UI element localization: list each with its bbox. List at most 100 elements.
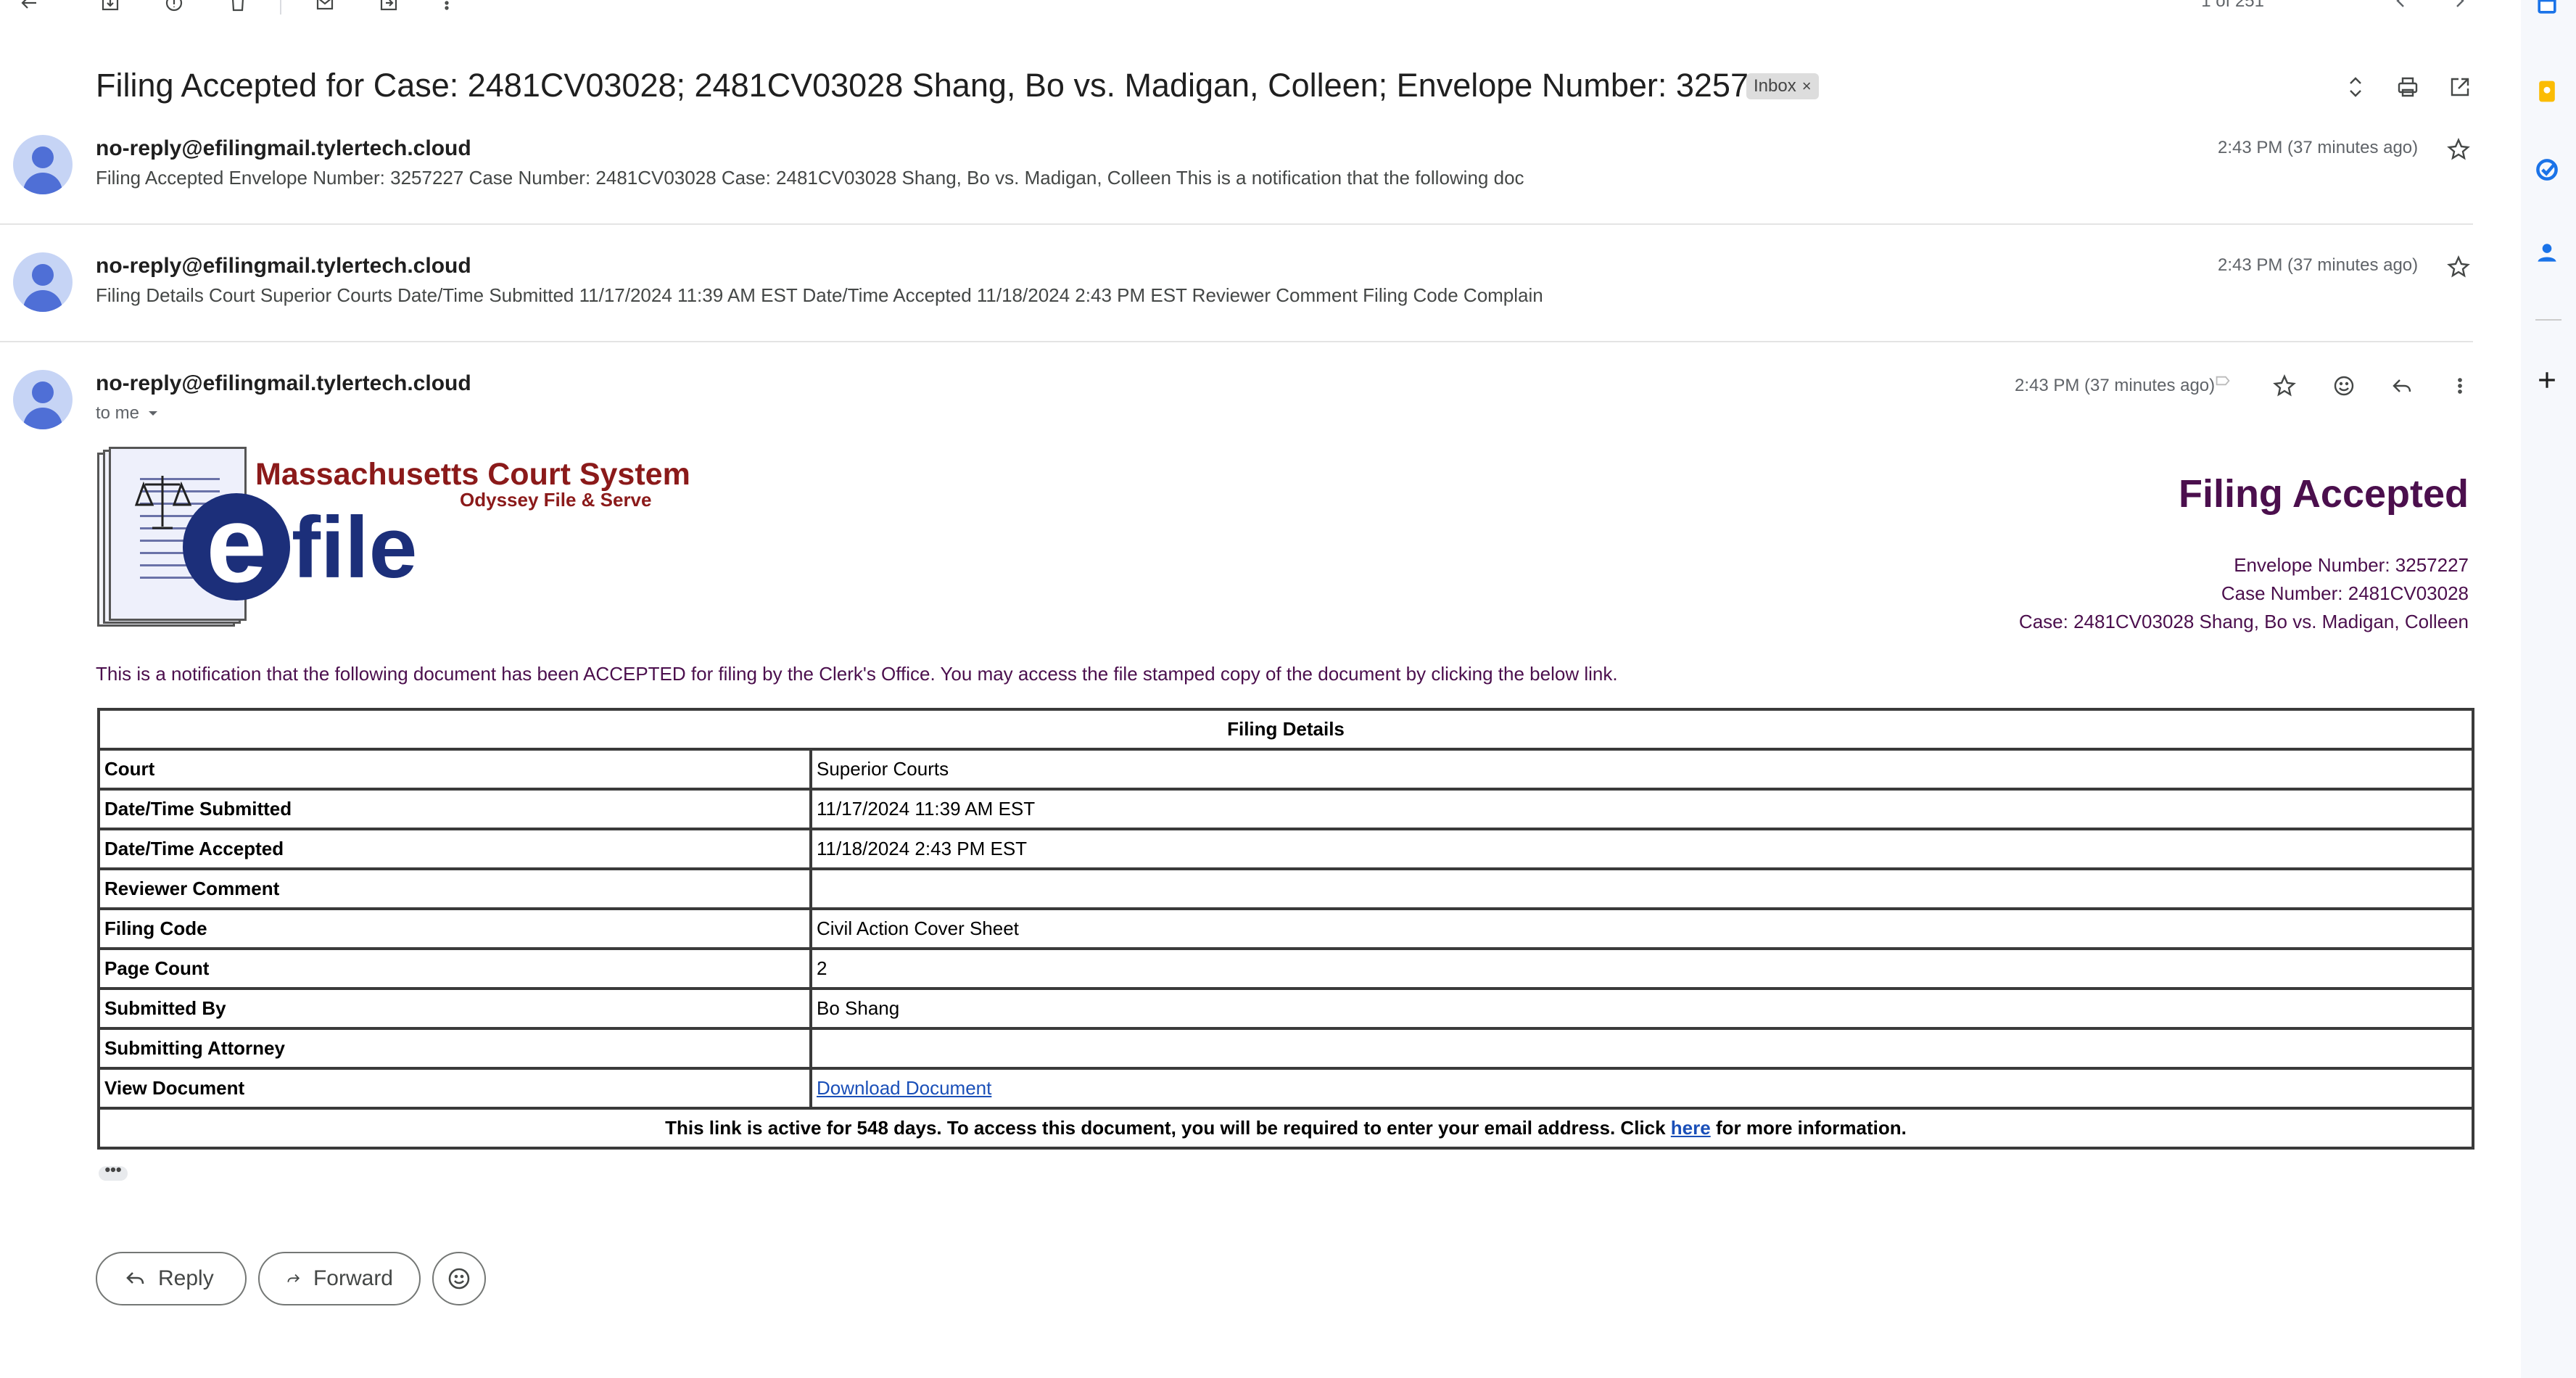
- add-addon-icon[interactable]: [2532, 366, 2561, 395]
- calendar-icon[interactable]: [2532, 0, 2561, 19]
- row-label: Reviewer Comment: [97, 867, 812, 910]
- link-info-after: for more information.: [1710, 1117, 1907, 1139]
- forward-button[interactable]: Forward: [258, 1252, 421, 1305]
- logo-e-mark: e: [183, 490, 290, 601]
- table-row: Court Superior Courts: [97, 748, 2474, 791]
- toolbar-separator: [280, 0, 281, 15]
- table-footer-row: This link is active for 548 days. To acc…: [97, 1107, 2474, 1150]
- avatar: [13, 252, 73, 312]
- row-label: Page Count: [97, 947, 812, 990]
- case-number: Case Number: 2481CV03028: [2221, 582, 2469, 604]
- mark-unread-icon[interactable]: [312, 0, 338, 16]
- table-row: Submitted By Bo Shang: [97, 987, 2474, 1030]
- star-icon[interactable]: [2443, 133, 2474, 165]
- row-label: Submitted By: [97, 987, 812, 1030]
- message-time: 2:43 PM (37 minutes ago): [2218, 138, 2419, 157]
- move-to-icon[interactable]: [376, 0, 402, 16]
- message-collapsed-1[interactable]: no-reply@efilingmail.tylertech.cloud Fil…: [0, 135, 2480, 222]
- row-value: Superior Courts: [809, 748, 2474, 791]
- link-info-before: This link is active for 548 days. To acc…: [665, 1117, 1671, 1139]
- table-title: Filing Details: [97, 708, 2474, 751]
- table-row: Reviewer Comment: [97, 867, 2474, 910]
- inbox-label-chip[interactable]: Inbox ×: [1746, 73, 1819, 99]
- envelope-number: Envelope Number: 3257227: [2234, 554, 2469, 576]
- message-time: 2:43 PM (37 minutes ago): [2218, 255, 2419, 275]
- reply-button[interactable]: Reply: [96, 1252, 247, 1305]
- chevron-down-icon[interactable]: [146, 407, 160, 420]
- forward-icon: [287, 1274, 300, 1282]
- table-row: Submitting Attorney: [97, 1027, 2474, 1070]
- archive-icon[interactable]: [97, 0, 123, 16]
- remove-label-icon[interactable]: ×: [1802, 77, 1812, 96]
- report-spam-icon[interactable]: [161, 0, 187, 16]
- row-value: [809, 1027, 2474, 1070]
- newer-chevron-icon[interactable]: [2390, 0, 2412, 12]
- row-value: Bo Shang: [809, 987, 2474, 1030]
- label-text: Inbox: [1754, 76, 1796, 96]
- row-value: 2: [809, 947, 2474, 990]
- filing-accepted-heading: Filing Accepted: [2178, 472, 2469, 516]
- recipient-details[interactable]: to me: [96, 403, 160, 424]
- row-label: Date/Time Accepted: [97, 828, 812, 870]
- message-collapsed-2[interactable]: no-reply@efilingmail.tylertech.cloud Fil…: [0, 252, 2480, 339]
- keep-icon[interactable]: [2532, 77, 2561, 106]
- emoji-react-button[interactable]: [432, 1252, 486, 1305]
- contacts-icon[interactable]: [2532, 238, 2561, 267]
- scales-of-justice-icon: [134, 476, 191, 529]
- recipient-text: to me: [96, 403, 140, 423]
- label-important-icon[interactable]: [2212, 370, 2234, 392]
- row-label: Date/Time Submitted: [97, 788, 812, 830]
- row-label: Court: [97, 748, 812, 791]
- row-label: Submitting Attorney: [97, 1027, 812, 1070]
- download-document-link[interactable]: Download Document: [817, 1077, 991, 1099]
- reply-label: Reply: [158, 1266, 214, 1290]
- avatar: [13, 370, 73, 429]
- table-row: View Document Download Document: [97, 1067, 2474, 1110]
- expand-all-icon[interactable]: [2340, 71, 2371, 103]
- message-divider: [0, 341, 2473, 342]
- open-new-window-icon[interactable]: [2444, 71, 2476, 103]
- show-trimmed-content-button[interactable]: •••: [99, 1162, 128, 1181]
- sender-email: no-reply@efilingmail.tylertech.cloud: [96, 254, 471, 278]
- star-icon[interactable]: [2269, 370, 2300, 402]
- more-info-link[interactable]: here: [1671, 1117, 1711, 1139]
- table-row: Date/Time Accepted 11/18/2024 2:43 PM ES…: [97, 828, 2474, 870]
- reply-icon: [126, 1272, 144, 1284]
- row-value: Civil Action Cover Sheet: [809, 907, 2474, 950]
- email-subject: Filing Accepted for Case: 2481CV03028; 2…: [96, 67, 1804, 104]
- sender-email: no-reply@efilingmail.tylertech.cloud: [96, 371, 471, 395]
- more-vert-icon[interactable]: [2444, 370, 2476, 402]
- star-icon[interactable]: [2443, 251, 2474, 283]
- logo-title: Massachusetts Court System: [255, 457, 690, 492]
- row-label: View Document: [97, 1067, 812, 1110]
- message-divider: [0, 223, 2473, 225]
- toolbar: 1 of 251: [0, 0, 2480, 17]
- table-header-row: Filing Details: [97, 708, 2474, 751]
- row-value: 11/17/2024 11:39 AM EST: [809, 788, 2474, 830]
- older-chevron-icon[interactable]: [2448, 0, 2470, 12]
- message-expanded-header: no-reply@efilingmail.tylertech.cloud 2:4…: [0, 370, 2480, 442]
- side-panel: [2521, 0, 2576, 1378]
- reply-icon[interactable]: [2386, 370, 2418, 402]
- message-time: 2:43 PM (37 minutes ago): [2015, 376, 2216, 395]
- back-arrow-icon[interactable]: [16, 0, 42, 16]
- message-snippet: Filing Details Court Superior Courts Dat…: [96, 284, 1543, 306]
- row-label: Filing Code: [97, 907, 812, 950]
- forward-label: Forward: [313, 1266, 393, 1290]
- table-row: Date/Time Submitted 11/17/2024 11:39 AM …: [97, 788, 2474, 830]
- efile-logo: Massachusetts Court System Odyssey File …: [97, 447, 690, 630]
- emoji-react-icon[interactable]: [2328, 370, 2360, 402]
- pager-count: 1 of 251: [2201, 0, 2264, 11]
- acceptance-notice: This is a notification that the followin…: [96, 663, 1618, 685]
- avatar: [13, 135, 73, 194]
- table-row: Filing Code Civil Action Cover Sheet: [97, 907, 2474, 950]
- message-snippet: Filing Accepted Envelope Number: 3257227…: [96, 167, 1524, 189]
- print-icon[interactable]: [2392, 71, 2424, 103]
- table-row: Page Count 2: [97, 947, 2474, 990]
- more-vert-icon[interactable]: [434, 0, 460, 16]
- tasks-icon[interactable]: [2532, 155, 2561, 184]
- row-value: Download Document: [809, 1067, 2474, 1110]
- delete-icon[interactable]: [225, 0, 251, 16]
- link-info-cell: This link is active for 548 days. To acc…: [97, 1107, 2474, 1150]
- sender-email: no-reply@efilingmail.tylertech.cloud: [96, 136, 471, 160]
